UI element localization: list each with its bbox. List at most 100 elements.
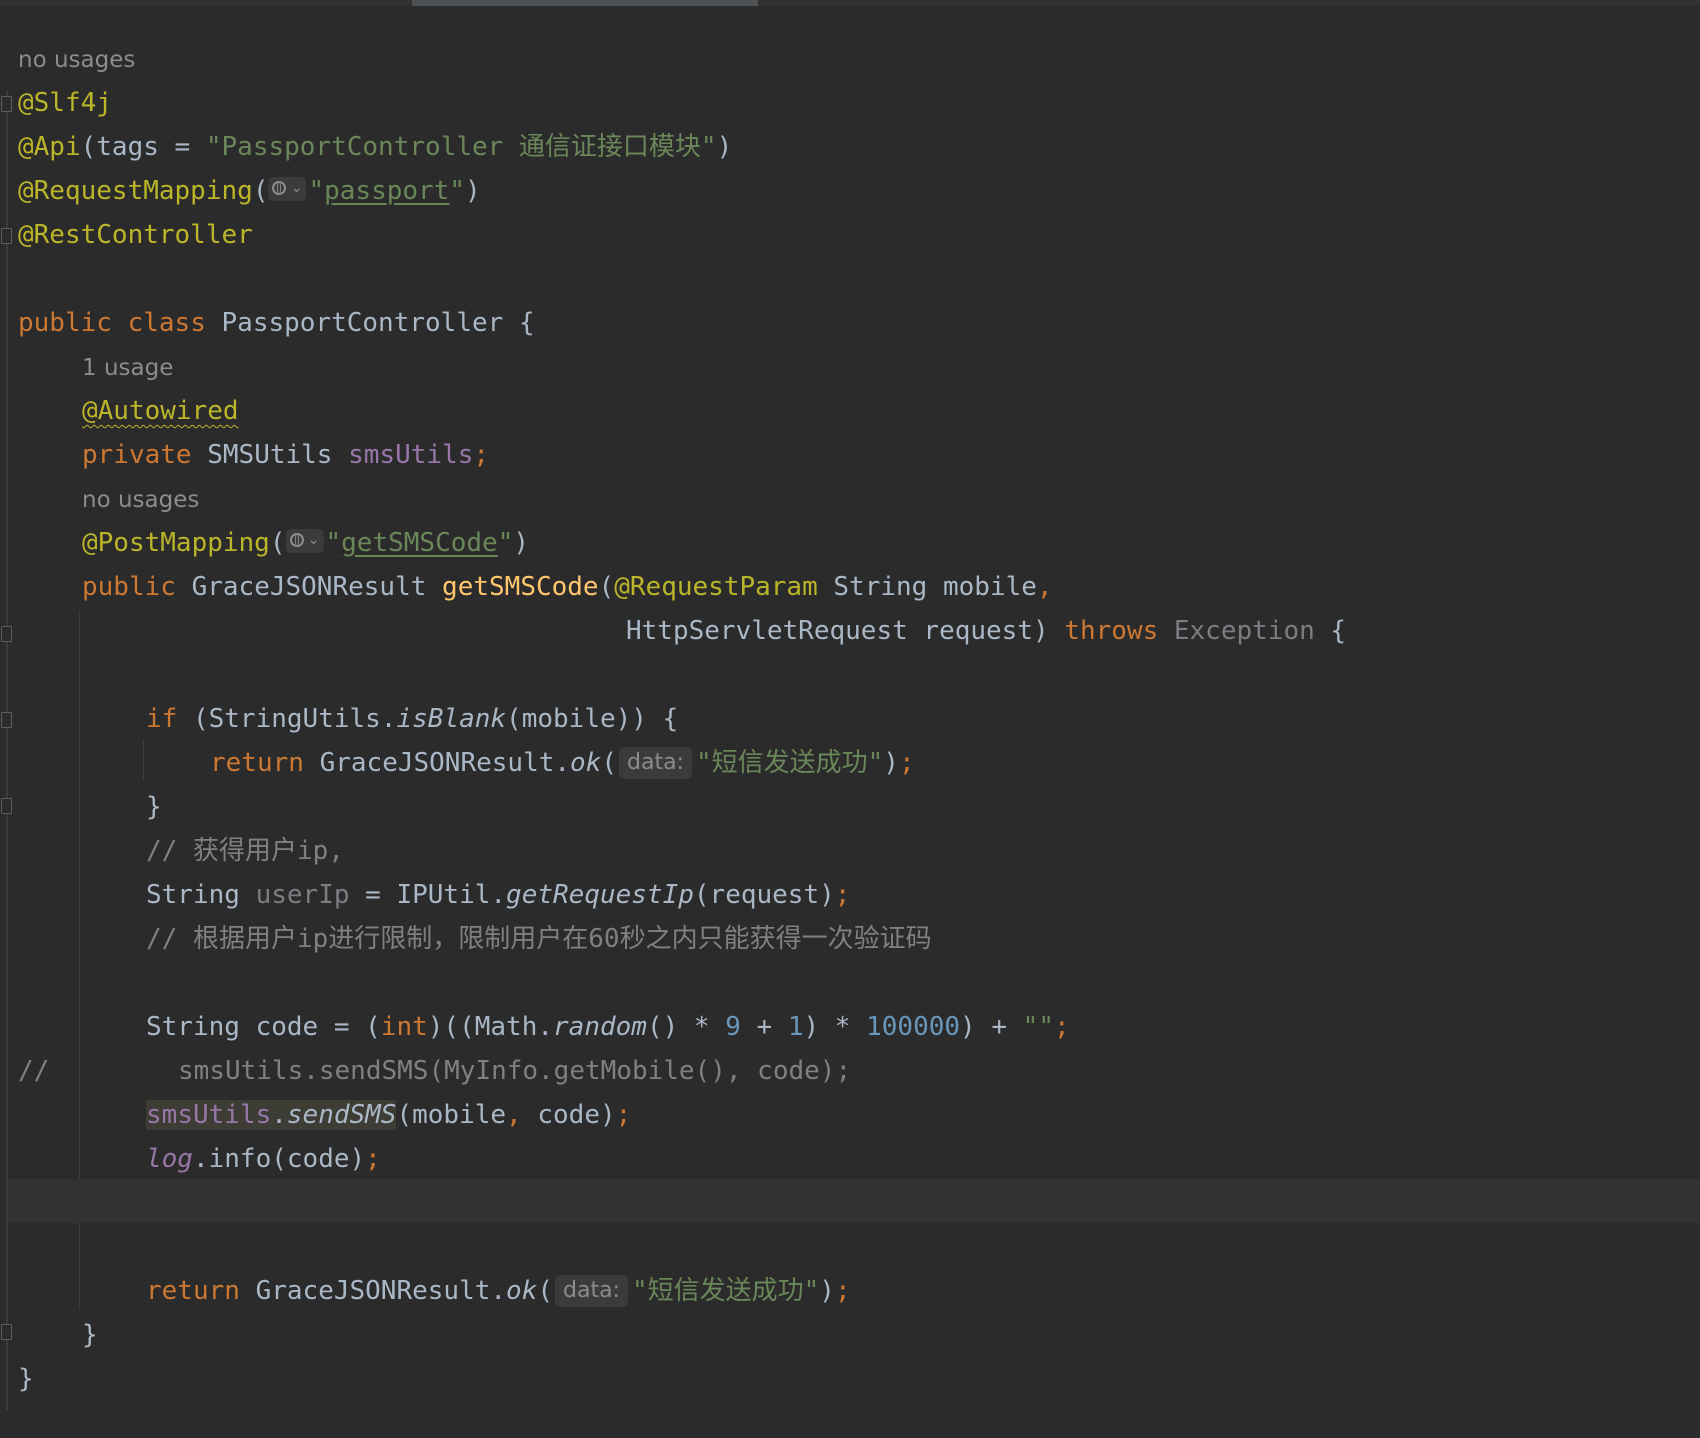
comment: // 根据用户ip进行限制，限制用户在60秒之内只能获得一次验证码 bbox=[146, 924, 932, 954]
code-token: " bbox=[325, 528, 342, 558]
fold-close-icon[interactable] bbox=[1, 1324, 12, 1340]
annotation-autowired: @Autowired bbox=[82, 396, 239, 426]
code-line: public class PassportController { bbox=[18, 301, 535, 345]
parameter-hint: data: bbox=[555, 1275, 628, 1307]
annotation-api: @Api bbox=[18, 132, 81, 162]
field-reference: log bbox=[146, 1144, 193, 1174]
string-literal: "短信发送成功" bbox=[695, 748, 884, 778]
fold-open-icon[interactable] bbox=[1, 712, 12, 728]
code-token: , bbox=[1036, 572, 1053, 602]
code-token: } bbox=[18, 1364, 34, 1394]
fold-open-icon[interactable] bbox=[1, 626, 12, 642]
code-line: @Api(tags = "PassportController 通信证接口模块"… bbox=[18, 125, 732, 169]
code-line: log.info(code); bbox=[146, 1137, 381, 1181]
fold-close-icon[interactable] bbox=[1, 798, 12, 814]
method-name: getSMSCode bbox=[442, 572, 599, 602]
keyword: public bbox=[82, 572, 176, 602]
code-editor[interactable]: no usages @Slf4j @Api(tags = "PassportCo… bbox=[0, 0, 1700, 1438]
endpoint-link[interactable]: passport bbox=[324, 176, 449, 206]
keyword: return bbox=[210, 748, 304, 778]
code-token: (mobile bbox=[396, 1100, 507, 1130]
code-token: GraceJSONResult. bbox=[255, 1276, 507, 1306]
exception-type: Exception bbox=[1173, 616, 1315, 646]
method-call: getRequestIp bbox=[506, 880, 694, 910]
code-line: @RequestMapping(⌄ "passport") bbox=[18, 169, 481, 213]
variable-name: userIp bbox=[255, 880, 350, 910]
code-token: { bbox=[1330, 616, 1347, 646]
comment: smsUtils.sendSMS(MyInfo.getMobile(), cod… bbox=[178, 1056, 852, 1086]
code-token: code) bbox=[521, 1100, 616, 1130]
parameter-hint: data: bbox=[619, 747, 692, 779]
keyword: private bbox=[82, 440, 192, 470]
class-name: PassportController bbox=[221, 308, 504, 338]
code-token: ) bbox=[819, 1276, 835, 1306]
code-token: ) bbox=[883, 748, 899, 778]
code-token: (mobile)) { bbox=[506, 704, 679, 734]
fold-close-icon[interactable] bbox=[1, 228, 12, 244]
code-line: private SMSUtils smsUtils; bbox=[82, 433, 489, 477]
code-token: (tags = bbox=[80, 132, 206, 162]
code-token: IPUtil. bbox=[396, 880, 507, 910]
usage-hint[interactable]: no usages bbox=[82, 478, 199, 522]
keyword: int bbox=[380, 1012, 428, 1042]
code-token: (request) bbox=[693, 880, 835, 910]
code-line: return GraceJSONResult.ok(data: "短信发送成功")… bbox=[210, 741, 915, 785]
code-line: } bbox=[82, 1313, 98, 1357]
usage-hint-text[interactable]: no usages bbox=[18, 47, 135, 73]
usage-hint[interactable]: 1 usage bbox=[82, 346, 173, 390]
globe-endpoint-icon[interactable]: ⌄ bbox=[268, 177, 307, 201]
usage-hint[interactable]: no usages bbox=[18, 38, 135, 82]
code-token: ; bbox=[834, 880, 851, 910]
usage-hint-text[interactable]: 1 usage bbox=[82, 355, 173, 381]
keyword: class bbox=[127, 308, 206, 338]
code-token: ( bbox=[601, 748, 617, 778]
code-line: // 根据用户ip进行限制，限制用户在60秒之内只能获得一次验证码 bbox=[146, 917, 932, 961]
code-line: return GraceJSONResult.ok(data: "短信发送成功")… bbox=[146, 1269, 851, 1313]
code-token: ; bbox=[615, 1100, 632, 1130]
globe-endpoint-icon[interactable]: ⌄ bbox=[285, 529, 324, 553]
type-name: GraceJSONResult bbox=[191, 572, 427, 602]
code-token: GraceJSONResult. bbox=[319, 748, 571, 778]
code-token: ) * bbox=[803, 1012, 867, 1042]
code-token: ; bbox=[898, 748, 915, 778]
code-token: ) bbox=[465, 176, 481, 206]
annotation-request-param: @RequestParam bbox=[614, 572, 818, 602]
keyword: throws bbox=[1064, 616, 1159, 646]
current-line-highlight bbox=[8, 1179, 1700, 1223]
code-token: } bbox=[82, 1320, 98, 1350]
code-token: ) bbox=[513, 528, 530, 558]
method-call: ok bbox=[506, 1276, 538, 1306]
code-token: ( bbox=[252, 176, 269, 206]
endpoint-link[interactable]: getSMSCode bbox=[341, 528, 498, 558]
fold-open-icon[interactable] bbox=[1, 96, 12, 112]
code-token: ) bbox=[716, 132, 733, 162]
code-token: .info(code) bbox=[192, 1144, 366, 1174]
method-call: isBlank bbox=[396, 704, 507, 734]
annotation-post-mapping: @PostMapping bbox=[82, 528, 270, 558]
editor-top-border bbox=[0, 0, 1700, 6]
code-line: @Slf4j bbox=[18, 81, 112, 125]
method-call: ok bbox=[570, 748, 602, 778]
type-name: String bbox=[146, 880, 240, 910]
string-literal: "PassportController 通信证接口模块" bbox=[205, 132, 717, 162]
code-token: ; bbox=[1053, 1012, 1070, 1042]
horizontal-scroll-thumb[interactable] bbox=[412, 0, 758, 6]
code-token: " bbox=[497, 528, 514, 558]
parameter: String mobile bbox=[833, 572, 1037, 602]
code-line: // 获得用户ip, bbox=[146, 829, 344, 873]
field-name: smsUtils bbox=[348, 440, 474, 470]
code-token: ; bbox=[365, 1144, 381, 1174]
code-line: if (StringUtils.isBlank(mobile)) { bbox=[146, 697, 678, 741]
code-token: () * bbox=[646, 1012, 726, 1042]
code-line: String userIp = IPUtil.getRequestIp(requ… bbox=[146, 873, 850, 917]
code-token: ( bbox=[537, 1276, 553, 1306]
comment: // bbox=[18, 1056, 50, 1086]
code-line: @RestController bbox=[18, 213, 253, 257]
code-line: } bbox=[146, 785, 162, 829]
field-reference: smsUtils bbox=[146, 1100, 272, 1130]
annotation-request-mapping: @RequestMapping bbox=[18, 176, 253, 206]
usage-highlight: smsUtils.sendSMS bbox=[146, 1100, 397, 1130]
usage-hint-text[interactable]: no usages bbox=[82, 487, 199, 513]
indent-guide bbox=[143, 740, 144, 780]
code-token: + bbox=[740, 1012, 788, 1042]
